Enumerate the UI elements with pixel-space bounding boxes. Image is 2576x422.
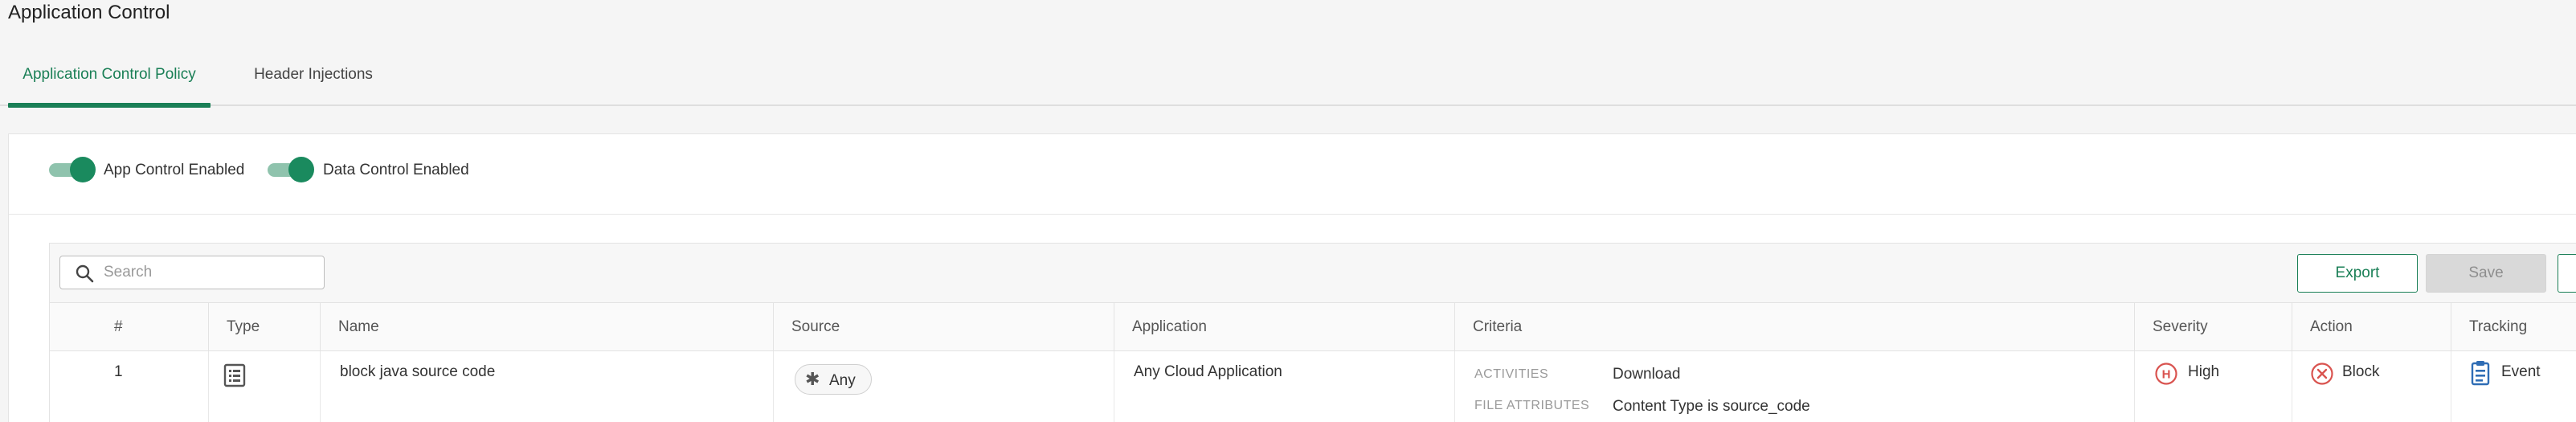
criteria-value: Content Type is source_code xyxy=(1613,398,1810,415)
criteria-key: ACTIVITIES xyxy=(1474,367,1549,381)
table-header: # Type Name Source Application Criteria … xyxy=(50,303,2576,351)
col-criteria[interactable]: Criteria xyxy=(1454,303,2134,351)
criteria-key: FILE ATTRIBUTES xyxy=(1474,399,1590,412)
page-title: Application Control xyxy=(8,2,170,23)
row-index: 1 xyxy=(114,363,123,380)
search-input[interactable] xyxy=(104,261,313,284)
export-button[interactable]: Export xyxy=(2297,254,2418,293)
policy-table: Export Save # Type Name Source Applicati… xyxy=(49,243,2576,422)
col-tracking[interactable]: Tracking xyxy=(2451,303,2576,351)
severity-high-icon: H xyxy=(2155,363,2177,385)
rule-name[interactable]: block java source code xyxy=(340,363,495,381)
toggle-row: App Control Enabled Data Control Enabled xyxy=(9,134,2576,215)
tab-application-control-policy[interactable]: Application Control Policy xyxy=(8,48,211,108)
search-icon xyxy=(76,264,94,283)
policy-panel: App Control Enabled Data Control Enabled… xyxy=(8,133,2576,422)
severity-label: High xyxy=(2188,363,2220,380)
severity-badge-letter: H xyxy=(2162,368,2171,382)
cell-application: Any Cloud Application xyxy=(1114,351,1454,422)
asterisk-icon: ✱ xyxy=(805,369,820,389)
col-type[interactable]: Type xyxy=(208,303,320,351)
source-label: Any xyxy=(829,372,856,389)
application-label: Any Cloud Application xyxy=(1134,363,1282,380)
cell-tracking: Event xyxy=(2451,351,2576,422)
cell-name: block java source code xyxy=(320,351,773,422)
data-control-toggle[interactable] xyxy=(268,157,314,182)
col-index[interactable]: # xyxy=(50,303,208,351)
cell-criteria: ACTIVITIES Download FILE ATTRIBUTES Cont… xyxy=(1454,351,2134,422)
tab-bar: Application Control Policy Header Inject… xyxy=(0,48,2576,108)
action-label: Block xyxy=(2342,363,2380,380)
col-severity[interactable]: Severity xyxy=(2134,303,2292,351)
cell-index: 1 xyxy=(50,351,208,422)
list-rule-icon xyxy=(223,363,246,387)
more-button[interactable] xyxy=(2558,254,2576,293)
clipboard-icon xyxy=(2471,361,2490,386)
app-control-toggle[interactable] xyxy=(49,157,96,182)
search-box xyxy=(59,256,325,289)
source-pill[interactable]: ✱ Any xyxy=(795,364,872,395)
col-application[interactable]: Application xyxy=(1114,303,1454,351)
data-control-label: Data Control Enabled xyxy=(323,162,469,178)
app-control-label: App Control Enabled xyxy=(104,162,245,178)
tab-header-injections[interactable]: Header Injections xyxy=(233,48,394,104)
cell-action: Block xyxy=(2292,351,2451,422)
col-action[interactable]: Action xyxy=(2292,303,2451,351)
block-icon xyxy=(2311,363,2333,385)
criteria-value: Download xyxy=(1613,366,1681,383)
cell-source: ✱ Any xyxy=(773,351,1114,422)
col-name[interactable]: Name xyxy=(320,303,773,351)
table-row[interactable]: 1 block java source code ✱ Any Any Cloud… xyxy=(50,351,2576,422)
save-button[interactable]: Save xyxy=(2426,254,2546,293)
tracking-label: Event xyxy=(2501,363,2541,380)
cell-type xyxy=(208,351,320,422)
table-toolbar: Export Save xyxy=(50,244,2576,303)
cell-severity: H High xyxy=(2134,351,2292,422)
col-source[interactable]: Source xyxy=(773,303,1114,351)
